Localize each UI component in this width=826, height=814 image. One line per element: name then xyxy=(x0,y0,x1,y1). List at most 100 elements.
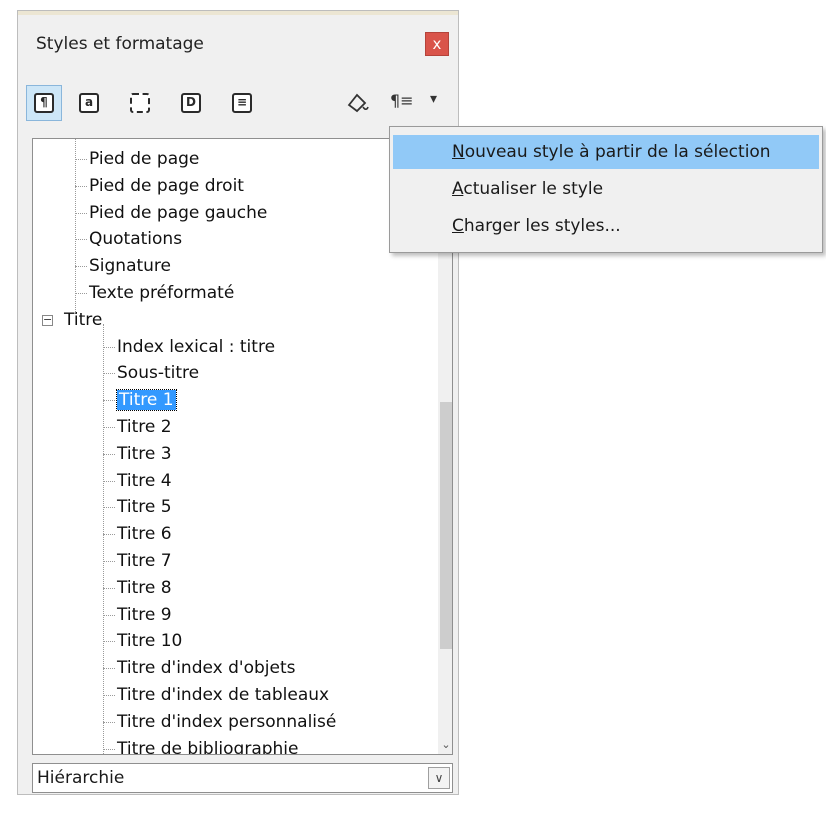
tree-item-label: Titre 3 xyxy=(117,443,172,464)
tree-item-label: Titre 10 xyxy=(117,631,183,652)
list-styles-icon: ≡ xyxy=(232,93,252,113)
tree-item[interactable]: Titre d'index d'objets xyxy=(103,658,295,678)
tree-connector xyxy=(75,159,87,160)
tree-item-label: Titre 6 xyxy=(117,524,172,545)
tree-item[interactable]: Titre 4 xyxy=(103,470,172,491)
tree-item[interactable]: Titre d'index personnalisé xyxy=(103,711,337,732)
tree-item-label: Sous-titre xyxy=(117,363,200,384)
tree-item[interactable]: Titre d'index de tableaux xyxy=(103,685,330,705)
character-styles-button[interactable]: a xyxy=(71,85,107,121)
scrollbar-thumb[interactable] xyxy=(440,402,452,649)
tree-item-label: Signature xyxy=(89,256,172,277)
tree-connector xyxy=(103,400,115,402)
new-style-icon[interactable]: ¶≡ xyxy=(390,91,414,110)
page-styles-icon: D xyxy=(181,93,201,113)
tree-connector xyxy=(103,668,115,670)
tree-connector xyxy=(103,534,115,536)
tree-connector xyxy=(75,266,87,268)
page-styles-button[interactable]: D xyxy=(173,85,209,121)
tree-connector xyxy=(103,453,115,455)
menu-item-accelerator: A xyxy=(452,179,464,199)
tree-item-label: Titre xyxy=(64,309,103,330)
paragraph-styles-button[interactable]: ¶ xyxy=(26,85,62,121)
tree-item[interactable]: Titre 3 xyxy=(103,443,172,464)
tree-connector xyxy=(103,641,115,643)
menu-item-accelerator: C xyxy=(452,216,464,236)
tree-connector xyxy=(103,721,115,723)
menu-item-label: ouveau style à partir de la sélection xyxy=(464,142,771,162)
tree-connector xyxy=(103,695,115,696)
tree-item[interactable]: Sous-titre xyxy=(103,363,200,384)
tree-item-label: Titre 2 xyxy=(117,417,172,437)
tree-connector xyxy=(75,185,87,187)
tree-item[interactable]: − Titre xyxy=(42,309,103,330)
tree-item[interactable]: Pied de page xyxy=(75,149,200,169)
tree-item-label: Quotations xyxy=(89,229,183,250)
tree-connector xyxy=(103,561,115,562)
tree-item[interactable]: Titre 1 xyxy=(103,389,177,412)
paragraph-styles-icon: ¶ xyxy=(34,93,54,113)
tree-item[interactable]: Titre 2 xyxy=(103,417,172,437)
tree-item[interactable]: Signature xyxy=(75,256,172,277)
menu-item-accelerator: N xyxy=(452,142,465,162)
tree-item[interactable]: Titre 6 xyxy=(103,524,172,545)
tree-item-label: Pied de page gauche xyxy=(89,202,268,223)
tree-item-label: Pied de page xyxy=(89,149,200,169)
style-filter-select[interactable]: Hiérarchie ∨ xyxy=(32,763,453,793)
menu-item-update-style[interactable]: Actualiser le style xyxy=(393,172,819,206)
panel-top-edge xyxy=(18,11,458,15)
menu-item-new-style-from-selection[interactable]: Nouveau style à partir de la sélection xyxy=(393,135,819,169)
collapse-icon[interactable]: − xyxy=(42,314,53,326)
tree-item-label: Texte préformaté xyxy=(89,283,235,303)
tree-item[interactable]: Pied de page gauche xyxy=(75,202,268,223)
tree-item[interactable]: Titre 10 xyxy=(103,631,183,652)
frame-styles-icon xyxy=(130,93,150,113)
tree-item[interactable]: Titre 9 xyxy=(103,604,172,625)
tree-item-label: Titre 4 xyxy=(117,470,172,491)
tree-item[interactable]: Titre 5 xyxy=(103,497,172,518)
tree-item-label: Titre 8 xyxy=(117,577,172,598)
tree-item-label: Titre de bibliographie xyxy=(117,738,299,755)
panel-title: Styles et formatage xyxy=(36,34,204,54)
tree-connector xyxy=(103,614,115,616)
tree-connector xyxy=(75,293,87,294)
tree-item-label: Index lexical : titre xyxy=(117,336,276,357)
tree-connector xyxy=(103,748,115,750)
menu-item-load-styles[interactable]: Charger les styles... xyxy=(393,209,819,243)
tree-item[interactable]: Titre de bibliographie xyxy=(103,738,299,755)
tree-item-label: Pied de page droit xyxy=(89,175,244,196)
tree-connector xyxy=(103,427,115,428)
tree-connector xyxy=(103,507,115,509)
frame-styles-button[interactable] xyxy=(122,85,158,121)
tree-item[interactable]: Quotations xyxy=(75,229,183,250)
chevron-down-icon[interactable]: ▾ xyxy=(430,91,437,107)
close-button[interactable]: x xyxy=(425,32,449,56)
tree-guide-children xyxy=(103,324,104,754)
tree-connector xyxy=(103,346,115,348)
tree-item-label: Titre 5 xyxy=(117,497,172,518)
tree-connector xyxy=(103,587,115,589)
character-styles-icon: a xyxy=(79,93,99,113)
tree-guide xyxy=(75,139,76,314)
tree-item-label: Titre d'index de tableaux xyxy=(117,685,330,705)
tree-item-label: Titre 9 xyxy=(117,604,172,625)
tree-item-label: Titre 7 xyxy=(117,551,172,571)
tree-item[interactable]: Titre 7 xyxy=(103,551,172,571)
list-styles-button[interactable]: ≡ xyxy=(224,85,260,121)
tree-item[interactable]: Titre 8 xyxy=(103,577,172,598)
scroll-down-icon[interactable]: ⌄ xyxy=(438,736,452,754)
tree-item-label: Titre 1 xyxy=(116,389,177,412)
tree-item[interactable]: Index lexical : titre xyxy=(103,336,276,357)
chevron-down-icon[interactable]: ∨ xyxy=(428,767,450,789)
tree-item-label: Titre d'index personnalisé xyxy=(117,711,337,732)
tree-item[interactable]: Texte préformaté xyxy=(75,283,235,303)
tree-connector xyxy=(75,239,87,241)
menu-item-label: harger les styles... xyxy=(463,216,621,236)
tree-connector xyxy=(75,212,87,214)
tree-connector xyxy=(103,373,115,375)
style-filter-value: Hiérarchie xyxy=(37,768,125,788)
new-style-menu: Nouveau style à partir de la sélection A… xyxy=(389,126,823,253)
tree-item[interactable]: Pied de page droit xyxy=(75,175,244,196)
tree-connector xyxy=(103,480,115,482)
fill-format-mode-icon[interactable] xyxy=(345,91,371,120)
